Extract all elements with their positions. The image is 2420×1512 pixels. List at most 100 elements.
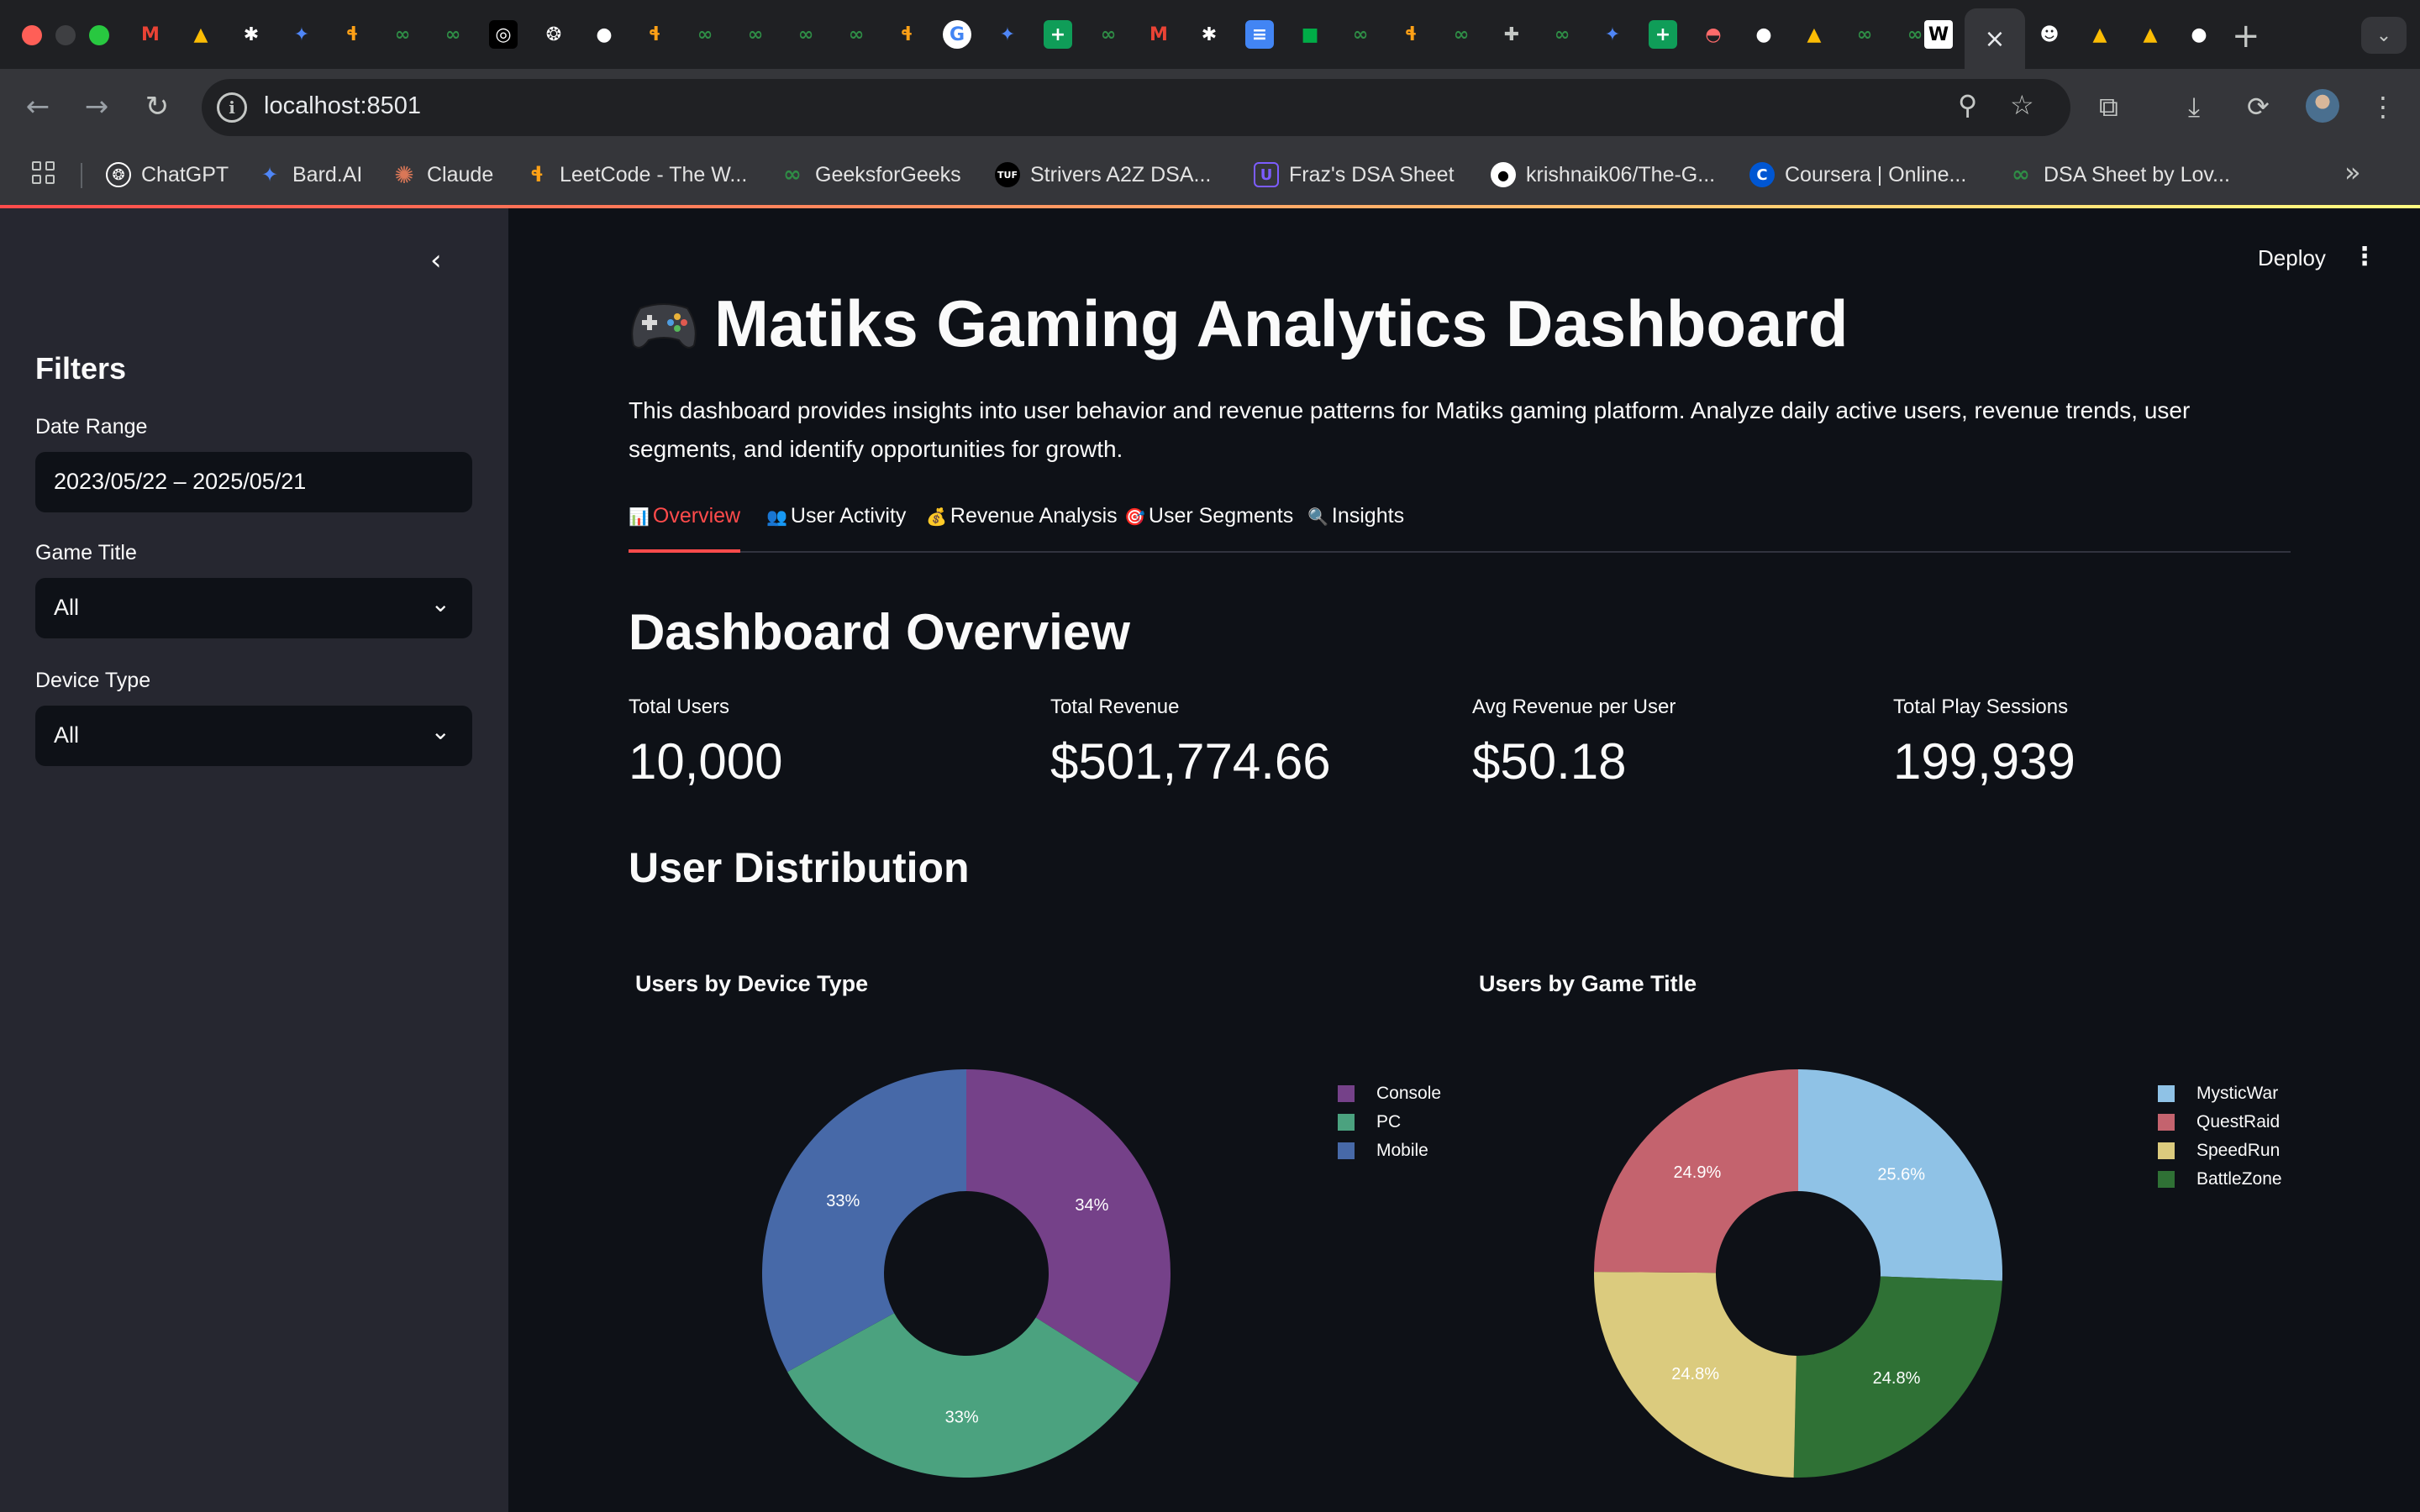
date-range-label: Date Range — [35, 415, 148, 438]
gfg-tab-icon[interactable]: ∞ — [1548, 20, 1576, 49]
bookmark-dsa-sheet[interactable]: ∞ DSA Sheet by Lov... — [2008, 160, 2230, 190]
gfg-tab-icon[interactable]: ∞ — [792, 20, 820, 49]
leetcode-tab-icon[interactable]: ɬ — [1397, 20, 1425, 49]
drive-tab-icon[interactable]: ▲ — [2086, 20, 2114, 49]
streamlit-tab-icon[interactable]: ☻ — [2035, 20, 2064, 49]
window-minimize-button[interactable] — [55, 25, 76, 45]
gfg-tab-icon[interactable]: ∞ — [691, 20, 719, 49]
bookmark-github[interactable]: ● krishnaik06/The-G... — [1491, 160, 1715, 190]
forward-arrow-icon[interactable]: → — [77, 87, 116, 126]
github-tab-icon[interactable]: ● — [590, 20, 618, 49]
tab-search-chevron-icon[interactable]: ⌄ — [2361, 17, 2407, 54]
zoom-icon[interactable]: ⚲ — [1958, 89, 1977, 121]
filters-title: Filters — [35, 351, 127, 386]
collapse-sidebar-chevron-icon[interactable]: ‹ — [430, 244, 442, 277]
address-bar[interactable]: i localhost:8501 ⚲ ☆ — [202, 79, 2070, 136]
url-text[interactable]: localhost:8501 — [264, 92, 421, 120]
game-legend-item[interactable]: MysticWar — [2158, 1084, 2278, 1104]
active-tab[interactable]: × — [1965, 8, 2025, 69]
browser-tab-strip: M ▲ ✱ ✦ ɬ ∞ ∞ ◎ ❂ ● ɬ ∞ ∞ ∞ ∞ ɬ G ✦ + ∞ … — [0, 0, 2420, 69]
device-type-label: Device Type — [35, 669, 151, 692]
bookmark-bard[interactable]: ✦ Bard.AI — [257, 160, 362, 190]
browser-toolbar: ← → ↻ i localhost:8501 ⚲ ☆ ⧉ ⤓ ⟳ ⋮ — [0, 69, 2420, 144]
app-tab-icon[interactable]: ◓ — [1699, 20, 1728, 49]
gmail-tab-icon[interactable]: M — [1144, 20, 1173, 49]
gfg-tab-icon[interactable]: ∞ — [388, 20, 417, 49]
gfg-tab-icon[interactable]: ∞ — [1447, 20, 1476, 49]
github-tab-icon[interactable]: ● — [1749, 20, 1778, 49]
window-maximize-button[interactable] — [89, 25, 109, 45]
device-type-select[interactable]: All ⌄ — [35, 706, 472, 766]
extensions-icon[interactable]: ⧉ — [2099, 91, 2118, 123]
sheets-tab-icon[interactable]: + — [1044, 20, 1072, 49]
device-slice-label: 34% — [1075, 1196, 1108, 1215]
bookmark-chatgpt[interactable]: ❂ ChatGPT — [106, 160, 229, 190]
device-legend-item[interactable]: Console — [1338, 1084, 1441, 1104]
game-title-select[interactable]: All ⌄ — [35, 578, 472, 638]
leetcode-tab-icon[interactable]: ɬ — [892, 20, 921, 49]
back-arrow-icon[interactable]: ← — [18, 87, 57, 126]
gmail-tab-icon[interactable]: M — [136, 20, 165, 49]
perplexity-tab-icon[interactable]: ✱ — [237, 20, 266, 49]
chatgpt-icon: ❂ — [106, 162, 131, 187]
legend-label: SpeedRun — [2196, 1141, 2281, 1160]
gfg-tab-icon[interactable]: ∞ — [439, 20, 467, 49]
game-legend-item[interactable]: BattleZone — [2158, 1169, 2282, 1189]
bookmark-fraz[interactable]: U Fraz's DSA Sheet — [1254, 160, 1455, 190]
more-bookmarks-icon[interactable]: » — [2344, 156, 2361, 188]
game-slice-label: 24.8% — [1873, 1369, 1921, 1388]
bookmark-coursera[interactable]: C Coursera | Online... — [1749, 160, 1966, 190]
legend-label: QuestRaid — [2196, 1112, 2281, 1131]
sheets-tab-icon[interactable]: + — [1649, 20, 1677, 49]
site-info-icon[interactable]: i — [217, 92, 247, 123]
google-tab-icon[interactable]: G — [943, 20, 971, 49]
leetcode-tab-icon[interactable]: ɬ — [640, 20, 669, 49]
download-icon[interactable]: ⤓ — [2188, 91, 2200, 123]
drive-tab-icon[interactable]: ▲ — [187, 20, 215, 49]
window-close-button[interactable] — [22, 25, 42, 45]
date-range-input[interactable]: 2023/05/22 – 2025/05/21 — [35, 452, 472, 512]
bookmark-claude[interactable]: ✺ Claude — [392, 160, 493, 190]
bookmark-gfg[interactable]: ∞ GeeksforGeeks — [780, 160, 961, 190]
performance-icon[interactable]: ⟳ — [2247, 91, 2270, 123]
chatgpt-tab-icon[interactable]: ❂ — [539, 20, 568, 49]
gemini-tab-icon[interactable]: ✦ — [1598, 20, 1627, 49]
game-legend-item[interactable]: SpeedRun — [2158, 1141, 2280, 1161]
gfg-tab-icon[interactable]: ∞ — [1346, 20, 1375, 49]
drive-tab-icon[interactable]: ▲ — [1800, 20, 1828, 49]
game-legend-item[interactable]: QuestRaid — [2158, 1112, 2280, 1132]
reload-icon[interactable]: ↻ — [138, 87, 176, 126]
bookmark-strivers[interactable]: TUF Strivers A2Z DSA... — [995, 160, 1211, 190]
leetcode-tab-icon[interactable]: ɬ — [338, 20, 366, 49]
profile-avatar[interactable] — [2306, 89, 2339, 123]
meet-tab-icon[interactable]: ■ — [1296, 20, 1324, 49]
bookmark-leetcode[interactable]: ɬ LeetCode - The W... — [524, 160, 748, 190]
gfg-tab-icon[interactable]: ∞ — [1850, 20, 1879, 49]
gemini-tab-icon[interactable]: ✦ — [993, 20, 1022, 49]
device-legend-item[interactable]: Mobile — [1338, 1141, 1428, 1161]
coursera-icon: C — [1749, 162, 1775, 187]
new-tab-icon[interactable]: + — [2232, 17, 2260, 55]
user-distribution-charts: 34% 33% 33% 25.6% 24.8% 24.8% 24.9% — [761, 1069, 2002, 1478]
perplexity-tab-icon[interactable]: ✱ — [1195, 20, 1223, 49]
gfg-tab-icon[interactable]: ∞ — [842, 20, 871, 49]
apps-grid-icon[interactable] — [32, 161, 57, 186]
device-legend-item[interactable]: PC — [1338, 1112, 1401, 1132]
legend-swatch — [1338, 1085, 1355, 1102]
gfg-tab-icon[interactable]: ∞ — [741, 20, 770, 49]
game-slice-label: 25.6% — [1877, 1166, 1925, 1184]
bookmark-star-icon[interactable]: ☆ — [2010, 89, 2034, 121]
device-slice-console[interactable] — [966, 1069, 1171, 1383]
notion-tab-icon[interactable]: W — [1924, 20, 1953, 49]
sidebar: ‹ Filters Date Range 2023/05/22 – 2025/0… — [0, 208, 508, 1512]
extension-tab-icon[interactable]: ✚ — [1497, 20, 1526, 49]
close-tab-icon[interactable]: × — [1984, 24, 2005, 54]
app-tab-icon[interactable]: ◎ — [489, 20, 518, 49]
gemini-tab-icon[interactable]: ✦ — [287, 20, 316, 49]
device-slice-mobile[interactable] — [761, 1069, 966, 1373]
docs-tab-icon[interactable]: ≡ — [1245, 20, 1274, 49]
github-tab-icon[interactable]: ● — [2185, 20, 2213, 49]
gfg-tab-icon[interactable]: ∞ — [1094, 20, 1123, 49]
chrome-menu-icon[interactable]: ⋮ — [2370, 91, 2396, 123]
drive-tab-icon[interactable]: ▲ — [2136, 20, 2165, 49]
